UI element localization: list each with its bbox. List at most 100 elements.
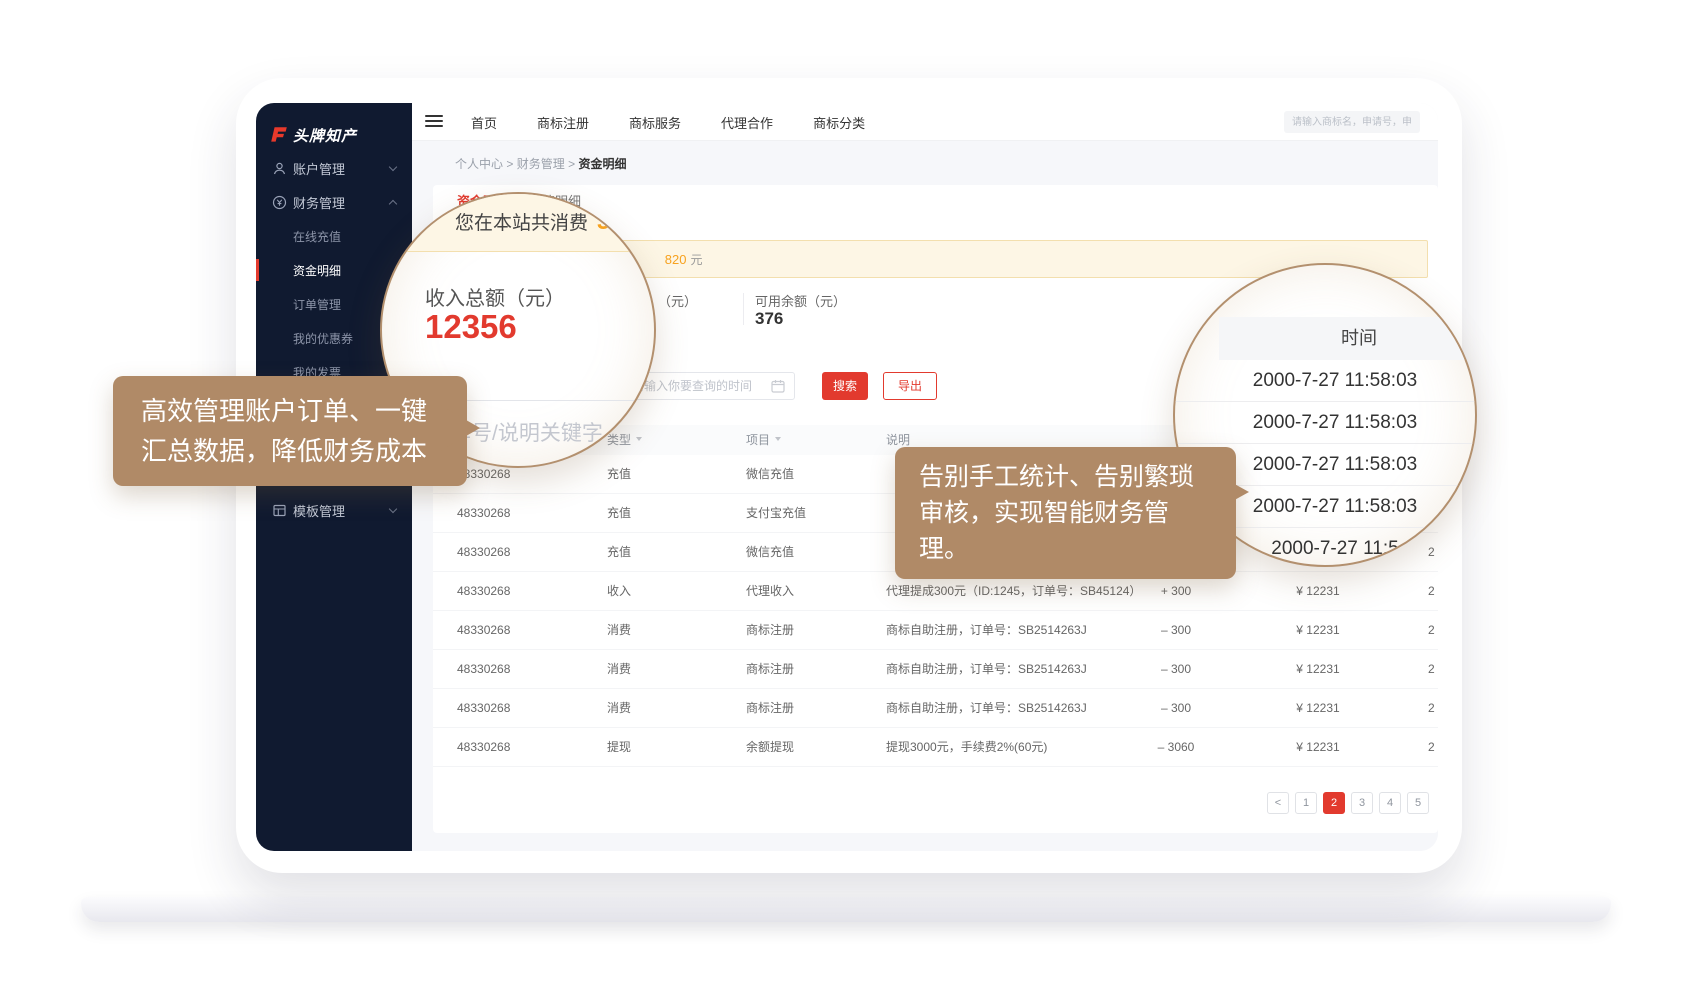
table-row[interactable]: 48330268 提现 余额提现 提现3000元，手续费2%(60元) – 30…: [433, 728, 1438, 767]
pagination-prev[interactable]: <: [1267, 792, 1289, 814]
stat-balance-value: 376: [755, 309, 783, 329]
brand-icon: [269, 125, 289, 145]
calendar-icon: [771, 379, 785, 393]
cell-project: 代理收入: [746, 572, 794, 611]
magnified-consumption-value: 32124: [597, 208, 656, 235]
cell-type: 消费: [607, 611, 631, 650]
cell-balance: ¥ 12231: [1273, 650, 1363, 689]
callout-line: 理。: [919, 531, 1212, 567]
top-navbar: 首页 商标注册 商标服务 代理合作 商标分类: [412, 103, 1438, 141]
sidebar-item[interactable]: 账户管理: [256, 151, 412, 185]
logo-text: 头牌知产: [293, 125, 357, 146]
table-row[interactable]: 48330268 消费 商标注册 商标自助注册，订单号：SB2514263J –…: [433, 650, 1438, 689]
col-project[interactable]: 项目: [746, 425, 781, 455]
sidebar-item-label: 我的优惠券: [293, 330, 353, 347]
pagination-page[interactable]: 3: [1351, 792, 1373, 814]
magnified-time-row: 2000-7-27 11:58:03: [1175, 360, 1477, 402]
cell-amount: – 300: [1133, 689, 1219, 728]
callout-line: 审核，实现智能财务管: [919, 495, 1212, 531]
sidebar-item-label: 订单管理: [293, 296, 341, 313]
laptop-base: [81, 897, 1611, 922]
logo: 头牌知产: [256, 103, 412, 151]
table-row[interactable]: 48330268 消费 商标注册 商标自助注册，订单号：SB2514263J –…: [433, 611, 1438, 650]
cell-amount: – 3060: [1133, 728, 1219, 767]
callout-left: 高效管理账户订单、一键汇总数据，降低财务成本: [113, 376, 467, 486]
finance-icon: [272, 195, 287, 210]
page: 头牌知产 账户管理 财务管理 在线充值 资金明细 订单管理 我的优惠券 我的发票…: [0, 0, 1696, 1002]
cell-balance: ¥ 12231: [1273, 611, 1363, 650]
pagination-page[interactable]: 4: [1379, 792, 1401, 814]
nav-item[interactable]: 代理合作: [721, 113, 773, 132]
cell-order-no: 48330268: [457, 650, 510, 689]
nav-item[interactable]: 商标注册: [537, 113, 589, 132]
cell-time: 2: [1428, 572, 1435, 611]
cell-balance: ¥ 12231: [1273, 728, 1363, 767]
cell-type: 提现: [607, 728, 631, 767]
chevron-icon: [389, 163, 397, 171]
sort-caret-icon: [775, 437, 781, 444]
table-row[interactable]: 48330268 消费 商标注册 商标自助注册，订单号：SB2514263J –…: [433, 689, 1438, 728]
banner-tail-value: 820: [665, 252, 687, 267]
user-icon: [272, 161, 287, 176]
template-icon: [272, 503, 287, 518]
cell-order-no: 48330268: [457, 611, 510, 650]
hamburger-icon[interactable]: [425, 115, 443, 128]
cell-project: 支付宝充值: [746, 494, 806, 533]
callout-line: 汇总数据，降低财务成本: [141, 431, 439, 471]
cell-project: 微信充值: [746, 533, 794, 572]
cell-type: 充值: [607, 533, 631, 572]
cell-type: 消费: [607, 689, 631, 728]
cell-amount: – 300: [1133, 650, 1219, 689]
magnified-time-row: 2000-7-27 11:58:03: [1175, 402, 1477, 444]
sidebar-item-label: 资金明细: [293, 262, 341, 279]
cell-desc: 商标自助注册，订单号：SB2514263J: [886, 650, 1087, 689]
magnified-banner: 您在本站共消费 32124 元: [380, 192, 656, 252]
magnified-time-header: 时间: [1219, 317, 1477, 360]
nav-menu: 首页 商标注册 商标服务 代理合作 商标分类: [471, 103, 865, 141]
stat-divider: [743, 293, 744, 325]
nav-item[interactable]: 首页: [471, 113, 497, 132]
cell-type: 充值: [607, 494, 631, 533]
cell-project: 商标注册: [746, 650, 794, 689]
cell-desc: 商标自助注册，订单号：SB2514263J: [886, 611, 1087, 650]
magnified-income-value: 12356: [425, 308, 517, 346]
sidebar-item[interactable]: 模板管理: [256, 493, 412, 527]
pagination-page[interactable]: 5: [1407, 792, 1429, 814]
search-input[interactable]: [1284, 111, 1420, 133]
cell-balance: ¥ 12231: [1273, 689, 1363, 728]
cell-balance: ¥ 12231: [1273, 572, 1363, 611]
cell-project: 商标注册: [746, 611, 794, 650]
breadcrumb: 个人中心 > 财务管理 > 资金明细: [455, 155, 626, 172]
nav-item[interactable]: 商标分类: [813, 113, 865, 132]
export-button[interactable]: 导出: [883, 372, 937, 400]
cell-order-no: 48330268: [457, 572, 510, 611]
callout-line: 告别手工统计、告别繁琐: [919, 459, 1212, 495]
sidebar-item-label: 在线充值: [293, 228, 341, 245]
sidebar-item-label: 财务管理: [293, 193, 345, 212]
breadcrumb-part[interactable]: 个人中心: [455, 157, 503, 171]
cell-order-no: 48330268: [457, 494, 510, 533]
nav-item[interactable]: 商标服务: [629, 113, 681, 132]
callout-right: 告别手工统计、告别繁琐审核，实现智能财务管理。: [895, 447, 1236, 579]
sidebar-item-label: 模板管理: [293, 501, 345, 520]
breadcrumb-current: 资金明细: [578, 157, 626, 171]
sidebar-item-label: 账户管理: [293, 159, 345, 178]
cell-project: 余额提现: [746, 728, 794, 767]
cell-type: 收入: [607, 572, 631, 611]
cell-project: 商标注册: [746, 689, 794, 728]
cell-type: 消费: [607, 650, 631, 689]
pagination-page[interactable]: 2: [1323, 792, 1345, 814]
breadcrumb-part[interactable]: 财务管理: [517, 157, 565, 171]
cell-order-no: 48330268: [457, 728, 510, 767]
cell-order-no: 48330268: [457, 533, 510, 572]
cell-time: 2: [1428, 728, 1435, 767]
search-button[interactable]: 搜索: [822, 372, 868, 400]
cell-desc: 商标自助注册，订单号：SB2514263J: [886, 689, 1087, 728]
pagination-page[interactable]: 1: [1295, 792, 1317, 814]
cell-time: 2: [1428, 611, 1435, 650]
pagination: < 12345: [1267, 792, 1429, 814]
cell-project: 微信充值: [746, 455, 794, 494]
chevron-icon: [389, 505, 397, 513]
cell-time: 2: [1428, 689, 1435, 728]
cell-amount: – 300: [1133, 611, 1219, 650]
